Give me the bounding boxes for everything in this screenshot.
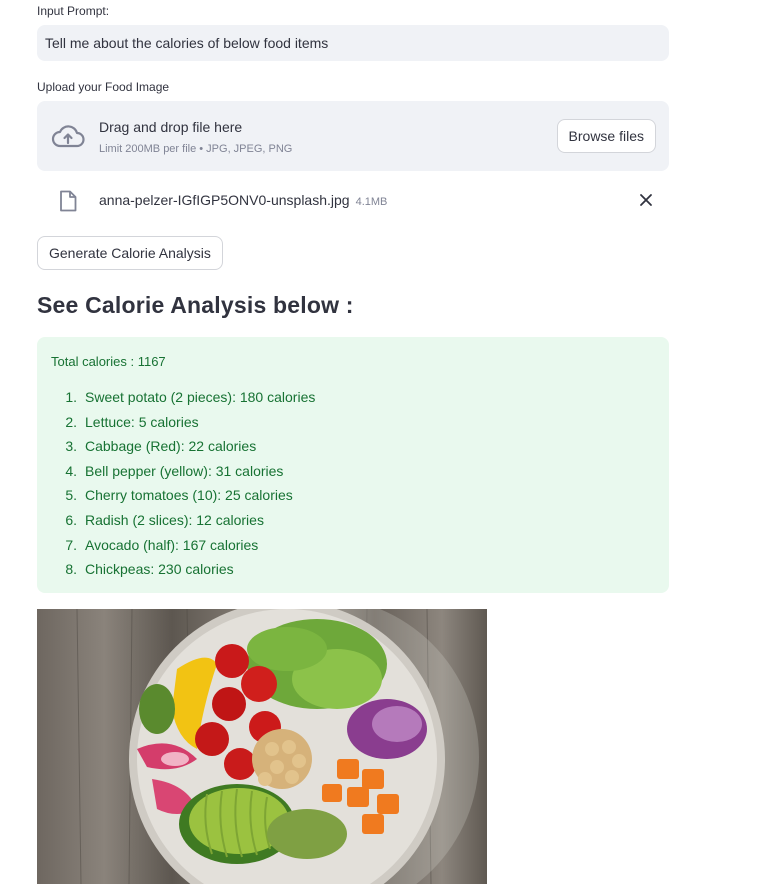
item-number: 1.	[65, 389, 77, 405]
item-number: 2.	[65, 413, 77, 430]
cloud-upload-icon	[51, 125, 85, 148]
item-number: 6.	[65, 511, 77, 528]
list-item: 5. Cherry tomatoes (10): 25 calories	[55, 487, 315, 512]
uploaded-file-name: anna-pelzer-IGfIGP5ONV0-unsplash.jpg 4.1M…	[99, 192, 387, 208]
prompt-label: Input Prompt:	[37, 4, 110, 18]
list-item: 3. Cabbage (Red): 22 calories	[55, 438, 315, 463]
item-number: 3.	[65, 438, 77, 455]
item-text: Avocado (half): 167 calories	[85, 536, 259, 553]
item-text: Cabbage (Red): 22 calories	[85, 438, 257, 455]
file-name-text: anna-pelzer-IGfIGP5ONV0-unsplash.jpg	[99, 192, 350, 208]
item-text: Chickpeas: 230 calories	[85, 561, 234, 578]
list-item: 7. Avocado (half): 167 calories	[55, 537, 315, 562]
salad-bowl-illustration	[37, 609, 487, 884]
prompt-input[interactable]: Tell me about the calories of below food…	[37, 25, 669, 61]
file-icon	[60, 190, 77, 212]
file-size: 4.1MB	[355, 196, 388, 208]
calorie-result-box: Total calories : 1167 1. Sweet potato (2 …	[37, 337, 669, 593]
list-item: 2. Lettuce: 5 calories	[55, 414, 315, 439]
item-text: Sweet potato (2 pieces): 180 calories	[85, 389, 316, 405]
dropzone-title: Drag and drop file here	[99, 119, 243, 135]
item-text: Bell pepper (yellow): 31 calories	[85, 462, 284, 479]
page-heading: See Calorie Analysis below :	[37, 292, 354, 318]
dropzone-limits: Limit 200MB per file • JPG, JPEG, PNG	[99, 143, 293, 155]
calorie-list: 1. Sweet potato (2 pieces): 180 calories …	[55, 389, 315, 586]
item-number: 7.	[65, 536, 77, 553]
item-text: Cherry tomatoes (10): 25 calories	[85, 487, 293, 504]
list-item: 8. Chickpeas: 230 calories	[55, 561, 315, 586]
upload-label: Upload your Food Image	[37, 80, 170, 94]
list-item: 1. Sweet potato (2 pieces): 180 calories	[55, 389, 315, 414]
food-image	[37, 609, 487, 884]
item-number: 5.	[65, 487, 77, 504]
item-text: Lettuce: 5 calories	[85, 413, 199, 430]
browse-files-button[interactable]: Browse files	[556, 119, 656, 153]
close-icon[interactable]	[639, 193, 653, 207]
file-dropzone[interactable]: Drag and drop file here Limit 200MB per …	[37, 101, 669, 171]
total-calories: Total calories : 1167	[51, 354, 166, 369]
uploaded-file-row: anna-pelzer-IGfIGP5ONV0-unsplash.jpg 4.1M…	[37, 185, 669, 215]
prompt-input-value: Tell me about the calories of below food…	[45, 35, 329, 51]
generate-analysis-button[interactable]: Generate Calorie Analysis	[37, 236, 223, 270]
item-number: 8.	[65, 561, 77, 578]
list-item: 6. Radish (2 slices): 12 calories	[55, 512, 315, 537]
item-text: Radish (2 slices): 12 calories	[85, 511, 264, 528]
item-number: 4.	[65, 462, 77, 479]
list-item: 4. Bell pepper (yellow): 31 calories	[55, 463, 315, 488]
